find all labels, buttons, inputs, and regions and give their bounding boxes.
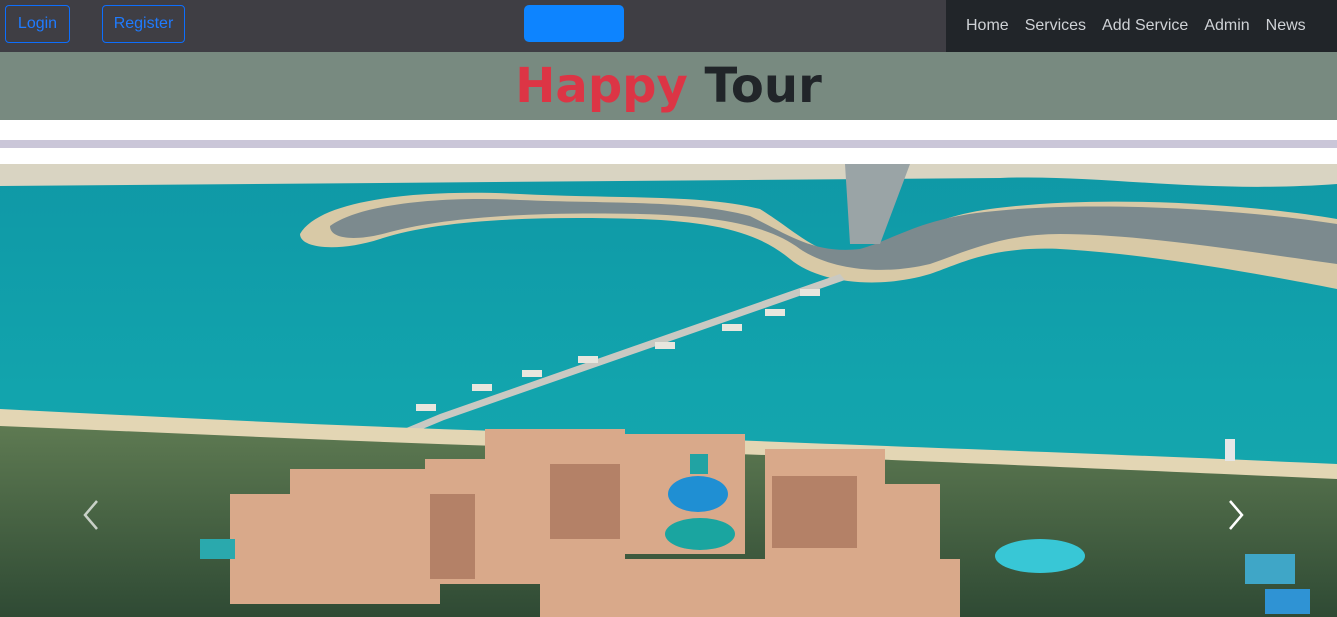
carousel-prev-button[interactable] [76,495,106,535]
top-bar: Login Register Home Services Add Service… [0,0,1337,52]
login-button[interactable]: Login [5,5,70,43]
chevron-left-icon [83,500,98,530]
nav-services[interactable]: Services [1025,17,1086,35]
carousel [0,164,1337,617]
nav-add-service[interactable]: Add Service [1102,17,1188,35]
site-title-happy: Happy [515,58,688,114]
site-title: Happy Tour [515,58,821,114]
primary-button[interactable] [524,5,624,42]
carousel-next-button[interactable] [1221,495,1251,535]
nav-admin[interactable]: Admin [1204,17,1249,35]
divider [0,140,1337,148]
site-title-tour: Tour [704,58,822,114]
site-banner: Happy Tour [0,52,1337,120]
main-nav: Home Services Add Service Admin News [946,0,1337,52]
chevron-right-icon [1229,500,1244,530]
nav-home[interactable]: Home [966,17,1009,35]
carousel-image [0,164,1337,617]
register-button[interactable]: Register [102,5,185,43]
nav-news[interactable]: News [1266,17,1306,35]
